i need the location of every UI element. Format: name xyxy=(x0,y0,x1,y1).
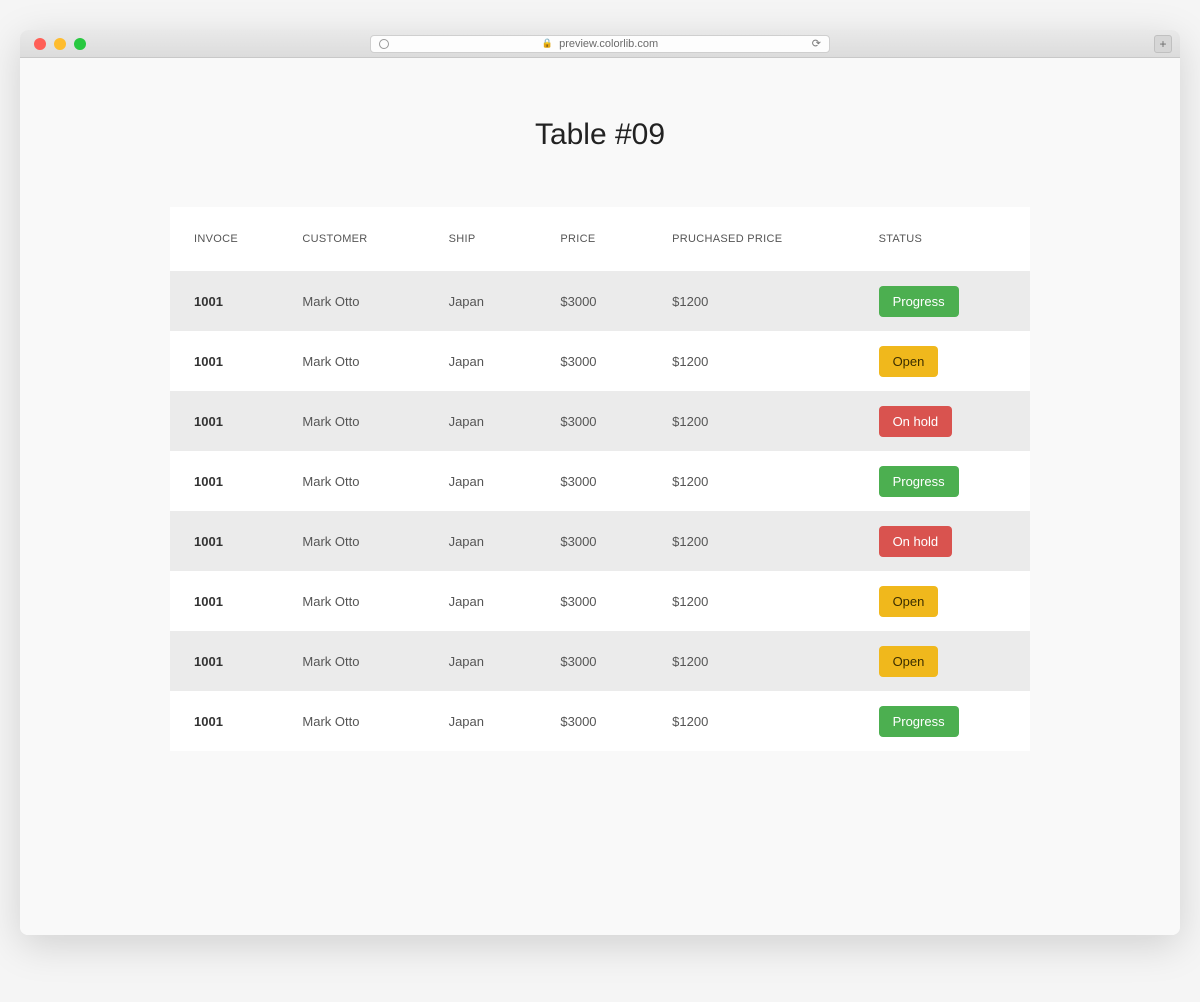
header-purchased-price: PRUCHASED PRICE xyxy=(660,207,866,271)
header-customer: CUSTOMER xyxy=(290,207,436,271)
browser-titlebar: 🔒 preview.colorlib.com ⟳ + xyxy=(20,30,1180,58)
new-tab-button[interactable]: + xyxy=(1154,35,1172,53)
cell-ship: Japan xyxy=(437,691,549,751)
table-row: 1001Mark OttoJapan$3000$1200 Open xyxy=(170,571,1030,631)
cell-price: $3000 xyxy=(548,691,660,751)
cell-purchased-price: $1200 xyxy=(660,511,866,571)
cell-price: $3000 xyxy=(548,451,660,511)
cell-purchased-price: $1200 xyxy=(660,451,866,511)
invoice-table-container: INVOCE CUSTOMER SHIP PRICE PRUCHASED PRI… xyxy=(170,207,1030,751)
cell-purchased-price: $1200 xyxy=(660,571,866,631)
cell-ship: Japan xyxy=(437,271,549,331)
header-invoice: INVOCE xyxy=(170,207,290,271)
header-price: PRICE xyxy=(548,207,660,271)
cell-status: On hold xyxy=(867,511,1030,571)
status-badge[interactable]: Progress xyxy=(879,286,959,317)
table-header-row: INVOCE CUSTOMER SHIP PRICE PRUCHASED PRI… xyxy=(170,207,1030,271)
minimize-window-button[interactable] xyxy=(54,38,66,50)
cell-invoice: 1001 xyxy=(170,451,290,511)
table-row: 1001Mark OttoJapan$3000$1200 Progress xyxy=(170,691,1030,751)
cell-status: On hold xyxy=(867,391,1030,451)
address-bar[interactable]: 🔒 preview.colorlib.com ⟳ xyxy=(370,35,830,53)
cell-price: $3000 xyxy=(548,331,660,391)
history-icon xyxy=(379,39,389,49)
cell-status: Open xyxy=(867,331,1030,391)
cell-invoice: 1001 xyxy=(170,271,290,331)
cell-purchased-price: $1200 xyxy=(660,331,866,391)
status-badge[interactable]: Open xyxy=(879,346,939,377)
lock-icon: 🔒 xyxy=(542,38,553,49)
cell-invoice: 1001 xyxy=(170,511,290,571)
cell-ship: Japan xyxy=(437,391,549,451)
cell-customer: Mark Otto xyxy=(290,631,436,691)
cell-purchased-price: $1200 xyxy=(660,271,866,331)
cell-status: Progress xyxy=(867,271,1030,331)
cell-customer: Mark Otto xyxy=(290,331,436,391)
status-badge[interactable]: Open xyxy=(879,586,939,617)
cell-ship: Japan xyxy=(437,511,549,571)
cell-price: $3000 xyxy=(548,511,660,571)
cell-customer: Mark Otto xyxy=(290,451,436,511)
cell-ship: Japan xyxy=(437,451,549,511)
url-text: preview.colorlib.com xyxy=(559,38,658,50)
table-row: 1001Mark OttoJapan$3000$1200 Open xyxy=(170,331,1030,391)
cell-status: Open xyxy=(867,631,1030,691)
cell-customer: Mark Otto xyxy=(290,571,436,631)
table-row: 1001Mark OttoJapan$3000$1200 Progress xyxy=(170,271,1030,331)
cell-invoice: 1001 xyxy=(170,571,290,631)
status-badge[interactable]: On hold xyxy=(879,526,953,557)
cell-customer: Mark Otto xyxy=(290,691,436,751)
browser-window: 🔒 preview.colorlib.com ⟳ + Table #09 INV… xyxy=(20,30,1180,935)
header-ship: SHIP xyxy=(437,207,549,271)
table-row: 1001Mark OttoJapan$3000$1200 Open xyxy=(170,631,1030,691)
close-window-button[interactable] xyxy=(34,38,46,50)
status-badge[interactable]: On hold xyxy=(879,406,953,437)
cell-price: $3000 xyxy=(548,631,660,691)
refresh-icon[interactable]: ⟳ xyxy=(812,37,821,50)
cell-invoice: 1001 xyxy=(170,391,290,451)
page-title: Table #09 xyxy=(20,118,1180,152)
status-badge[interactable]: Open xyxy=(879,646,939,677)
cell-ship: Japan xyxy=(437,571,549,631)
cell-invoice: 1001 xyxy=(170,331,290,391)
page-viewport: Table #09 INVOCE CUSTOMER SHIP PRICE PRU… xyxy=(20,58,1180,935)
window-controls xyxy=(34,38,86,50)
table-row: 1001Mark OttoJapan$3000$1200 On hold xyxy=(170,391,1030,451)
cell-invoice: 1001 xyxy=(170,631,290,691)
table-row: 1001Mark OttoJapan$3000$1200 Progress xyxy=(170,451,1030,511)
maximize-window-button[interactable] xyxy=(74,38,86,50)
cell-customer: Mark Otto xyxy=(290,271,436,331)
header-status: STATUS xyxy=(867,207,1030,271)
cell-customer: Mark Otto xyxy=(290,391,436,451)
cell-price: $3000 xyxy=(548,271,660,331)
status-badge[interactable]: Progress xyxy=(879,466,959,497)
cell-status: Progress xyxy=(867,691,1030,751)
status-badge[interactable]: Progress xyxy=(879,706,959,737)
cell-price: $3000 xyxy=(548,391,660,451)
cell-ship: Japan xyxy=(437,631,549,691)
cell-status: Open xyxy=(867,571,1030,631)
cell-status: Progress xyxy=(867,451,1030,511)
cell-purchased-price: $1200 xyxy=(660,691,866,751)
invoice-table: INVOCE CUSTOMER SHIP PRICE PRUCHASED PRI… xyxy=(170,207,1030,751)
cell-purchased-price: $1200 xyxy=(660,391,866,451)
cell-price: $3000 xyxy=(548,571,660,631)
cell-purchased-price: $1200 xyxy=(660,631,866,691)
cell-invoice: 1001 xyxy=(170,691,290,751)
table-row: 1001Mark OttoJapan$3000$1200 On hold xyxy=(170,511,1030,571)
cell-customer: Mark Otto xyxy=(290,511,436,571)
cell-ship: Japan xyxy=(437,331,549,391)
